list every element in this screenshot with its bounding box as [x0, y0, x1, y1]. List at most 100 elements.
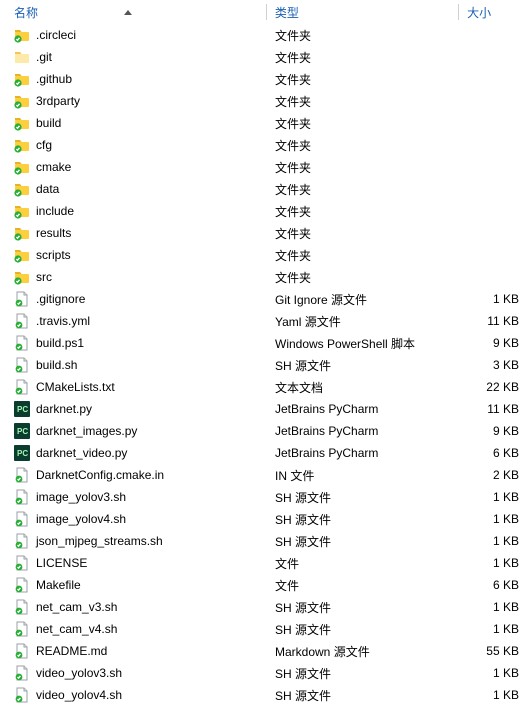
file-size-label: 1 KB — [465, 292, 525, 306]
file-type-label: 文件夹 — [275, 137, 465, 154]
column-header-name[interactable]: 名称 — [0, 4, 266, 21]
file-type-label: 文件夹 — [275, 27, 465, 44]
file-size-label: 9 KB — [465, 424, 525, 438]
file-size-label: 1 KB — [465, 600, 525, 614]
file-name-label: DarknetConfig.cmake.in — [36, 468, 164, 482]
file-name-label: .gitignore — [36, 292, 85, 306]
column-divider-icon[interactable] — [266, 4, 267, 20]
folder-icon — [14, 49, 30, 65]
file-row[interactable]: PC darknet.pyJetBrains PyCharm11 KB — [0, 398, 525, 420]
file-row-name-cell: README.md — [0, 643, 275, 659]
file-size-label: 1 KB — [465, 666, 525, 680]
file-size-label: 22 KB — [465, 380, 525, 394]
file-type-label: 文件夹 — [275, 181, 465, 198]
file-row-name-cell: cfg — [0, 137, 275, 153]
file-row[interactable]: net_cam_v3.shSH 源文件1 KB — [0, 596, 525, 618]
file-row[interactable]: DarknetConfig.cmake.in IN 文件2 KB — [0, 464, 525, 486]
file-row[interactable]: json_mjpeg_streams.shSH 源文件1 KB — [0, 530, 525, 552]
file-row[interactable]: build.ps1Windows PowerShell 脚本9 KB — [0, 332, 525, 354]
file-size-label: 6 KB — [465, 446, 525, 460]
file-row[interactable]: Makefile文件6 KB — [0, 574, 525, 596]
file-row-name-cell: cmake — [0, 159, 275, 175]
file-row[interactable]: image_yolov4.shSH 源文件1 KB — [0, 508, 525, 530]
file-size-label: 6 KB — [465, 578, 525, 592]
file-row[interactable]: include文件夹 — [0, 200, 525, 222]
file-name-label: net_cam_v4.sh — [36, 622, 117, 636]
file-icon — [14, 313, 30, 329]
file-icon — [14, 555, 30, 571]
file-size-label: 1 KB — [465, 622, 525, 636]
file-size-label: 2 KB — [465, 468, 525, 482]
column-header-type[interactable]: 类型 — [275, 4, 458, 21]
file-type-label: 文本文档 — [275, 379, 465, 396]
file-row[interactable]: build文件夹 — [0, 112, 525, 134]
file-type-label: SH 源文件 — [275, 665, 465, 682]
file-size-label: 1 KB — [465, 556, 525, 570]
file-row-name-cell: image_yolov3.sh — [0, 489, 275, 505]
file-row[interactable]: cfg 文件夹 — [0, 134, 525, 156]
file-name-label: build.ps1 — [36, 336, 84, 350]
file-row[interactable]: LICENSE文件1 KB — [0, 552, 525, 574]
file-row[interactable]: .circleci文件夹 — [0, 24, 525, 46]
file-type-label: 文件 — [275, 555, 465, 572]
file-name-label: results — [36, 226, 71, 240]
file-row[interactable]: net_cam_v4.sh SH 源文件1 KB — [0, 618, 525, 640]
file-size-label: 11 KB — [465, 314, 525, 328]
file-icon — [14, 577, 30, 593]
pycharm-icon: PC — [14, 423, 30, 439]
file-type-label: 文件夹 — [275, 49, 465, 66]
file-row[interactable]: .github文件夹 — [0, 68, 525, 90]
file-row[interactable]: video_yolov4.shSH 源文件1 KB — [0, 684, 525, 706]
column-divider-icon[interactable] — [458, 4, 459, 20]
sort-ascending-icon — [124, 10, 132, 15]
file-type-label: Yaml 源文件 — [275, 313, 465, 330]
pycharm-icon: PC — [14, 445, 30, 461]
file-row-name-cell: PC darknet.py — [0, 401, 275, 417]
column-header-name-label: 名称 — [14, 4, 38, 21]
file-type-label: Windows PowerShell 脚本 — [275, 335, 465, 352]
file-type-label: SH 源文件 — [275, 357, 465, 374]
file-name-label: json_mjpeg_streams.sh — [36, 534, 163, 548]
svg-text:PC: PC — [17, 405, 28, 414]
file-type-label: 文件夹 — [275, 225, 465, 242]
file-row[interactable]: PC darknet_images.py JetBrains PyCharm9 K… — [0, 420, 525, 442]
file-row[interactable]: cmake文件夹 — [0, 156, 525, 178]
file-row[interactable]: .travis.ymlYaml 源文件11 KB — [0, 310, 525, 332]
file-row[interactable]: scripts文件夹 — [0, 244, 525, 266]
file-row[interactable]: results 文件夹 — [0, 222, 525, 244]
file-name-label: build — [36, 116, 61, 130]
column-header-size-label: 大小 — [467, 4, 491, 21]
file-row[interactable]: README.md Markdown 源文件55 KB — [0, 640, 525, 662]
file-type-label: JetBrains PyCharm — [275, 424, 465, 438]
file-row-name-cell: net_cam_v3.sh — [0, 599, 275, 615]
file-row[interactable]: 3rdparty文件夹 — [0, 90, 525, 112]
file-size-label: 55 KB — [465, 644, 525, 658]
file-row[interactable]: .gitignoreGit Ignore 源文件1 KB — [0, 288, 525, 310]
file-row[interactable]: CMakeLists.txt文本文档22 KB — [0, 376, 525, 398]
file-row[interactable]: src文件夹 — [0, 266, 525, 288]
file-name-label: README.md — [36, 644, 107, 658]
file-type-label: IN 文件 — [275, 467, 465, 484]
file-row[interactable]: PC darknet_video.pyJetBrains PyCharm6 KB — [0, 442, 525, 464]
file-type-label: SH 源文件 — [275, 489, 465, 506]
file-row[interactable]: image_yolov3.shSH 源文件1 KB — [0, 486, 525, 508]
file-name-label: darknet_images.py — [36, 424, 137, 438]
file-name-label: .github — [36, 72, 72, 86]
file-type-label: SH 源文件 — [275, 621, 465, 638]
file-type-label: Markdown 源文件 — [275, 643, 465, 660]
file-name-label: src — [36, 270, 52, 284]
file-row[interactable]: video_yolov3.shSH 源文件1 KB — [0, 662, 525, 684]
file-type-label: SH 源文件 — [275, 599, 465, 616]
file-type-label: 文件夹 — [275, 159, 465, 176]
file-name-label: Makefile — [36, 578, 81, 592]
file-name-label: cfg — [36, 138, 52, 152]
file-icon — [14, 291, 30, 307]
column-header-size[interactable]: 大小 — [467, 4, 525, 21]
file-row[interactable]: .git文件夹 — [0, 46, 525, 68]
file-row[interactable]: build.shSH 源文件3 KB — [0, 354, 525, 376]
file-icon — [14, 511, 30, 527]
file-row-name-cell: .travis.yml — [0, 313, 275, 329]
file-row[interactable]: data文件夹 — [0, 178, 525, 200]
file-row-name-cell: build.ps1 — [0, 335, 275, 351]
folder-icon — [14, 181, 30, 197]
